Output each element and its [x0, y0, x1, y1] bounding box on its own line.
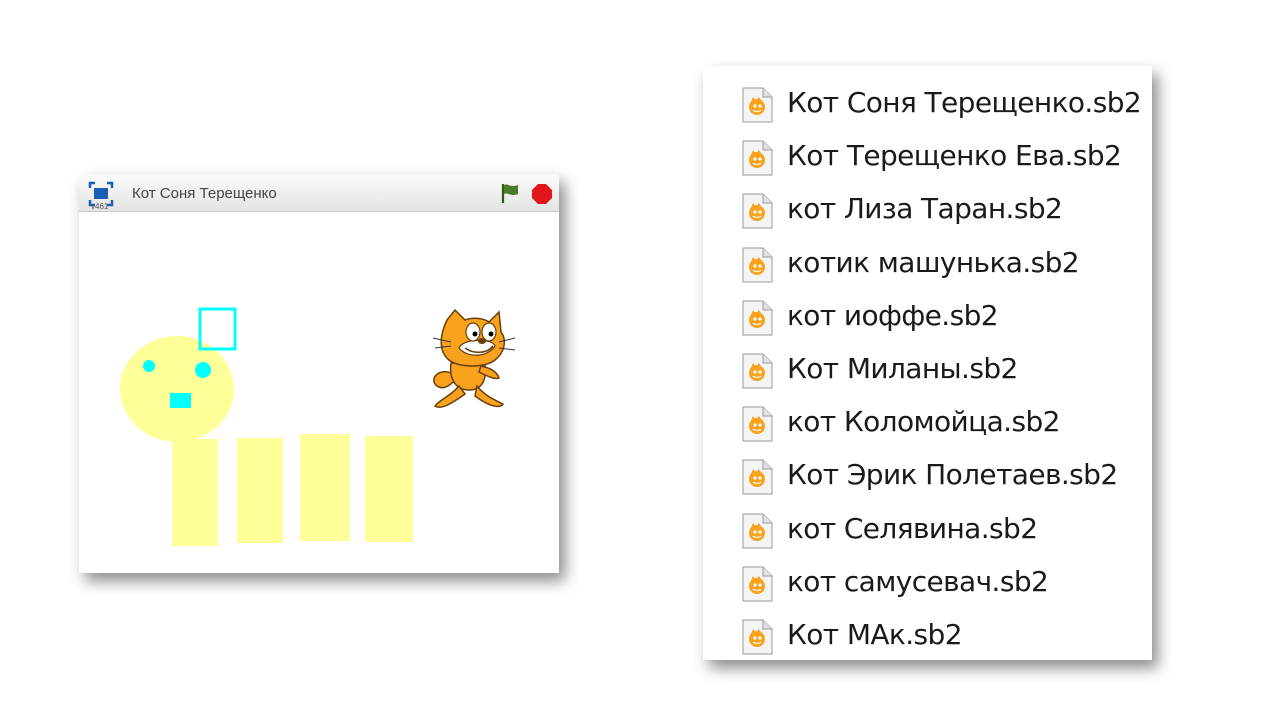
file-item[interactable]: кот Лиза Таран.sb2 — [703, 181, 1152, 234]
scratch-file-icon — [742, 300, 773, 336]
file-name: кот самусевач.sb2 — [787, 564, 1049, 598]
file-name: Кот Терещенко Ева.sb2 — [787, 139, 1122, 173]
drawn-bar — [172, 439, 218, 546]
file-item[interactable]: Кот Терещенко Ева.sb2 — [703, 128, 1152, 181]
player-titlebar: v461 Кот Соня Терещенко — [79, 174, 559, 212]
stage[interactable] — [79, 212, 559, 573]
file-name: кот иоффе.sb2 — [787, 298, 999, 332]
file-name: Кот Соня Терещенко.sb2 — [787, 86, 1142, 119]
file-item[interactable]: Кот Соня Терещенко.sb2 — [703, 75, 1152, 128]
scratch-file-icon — [742, 513, 773, 548]
file-name: кот Лиза Таран.sb2 — [787, 192, 1063, 226]
file-name: кот Коломойца.sb2 — [787, 405, 1060, 439]
drawn-eye-right — [195, 362, 211, 378]
file-name: Кот МАк.sb2 — [787, 617, 963, 651]
file-item[interactable]: кот самусевач.sb2 — [703, 554, 1152, 607]
drawn-nose — [170, 393, 191, 408]
file-name: кот Селявина.sb2 — [787, 511, 1038, 545]
scratch-cat-sprite[interactable] — [432, 308, 516, 408]
scratch-file-icon — [742, 406, 773, 442]
scratch-file-icon — [742, 193, 773, 229]
file-item[interactable]: Кот Эрик Полетаев.sb2 — [703, 447, 1152, 500]
scratch-file-icon — [742, 140, 773, 176]
drawn-bar — [237, 438, 283, 543]
stage-drawing — [120, 307, 516, 546]
stop-icon[interactable] — [531, 183, 553, 205]
drawn-bar — [365, 436, 413, 542]
green-flag-icon[interactable] — [499, 182, 521, 204]
scratch-file-icon — [742, 619, 773, 655]
file-list: Кот Соня Терещенко.sb2 Кот Терещенко Ева… — [703, 75, 1152, 660]
drawn-eye-left — [143, 360, 155, 372]
file-item[interactable]: Кот МАк.sb2 — [703, 607, 1152, 660]
file-item[interactable]: котик машунька.sb2 — [703, 235, 1152, 288]
file-item[interactable]: кот Коломойца.sb2 — [703, 394, 1152, 447]
drawn-bar — [300, 434, 350, 541]
scratch-file-icon — [742, 459, 773, 495]
scratch-file-icon — [742, 87, 773, 123]
file-name: Кот Миланы.sb2 — [787, 351, 1018, 385]
file-name: котик машунька.sb2 — [787, 245, 1080, 279]
version-label: v461 — [91, 202, 109, 211]
scratch-player-window: v461 Кот Соня Терещенко — [79, 174, 559, 573]
drawn-head — [120, 336, 234, 442]
file-item[interactable]: Кот Миланы.sb2 — [703, 341, 1152, 394]
file-name: Кот Эрик Полетаев.sb2 — [787, 458, 1118, 492]
project-title: Кот Соня Терещенко — [132, 185, 277, 202]
file-item[interactable]: кот Селявина.sb2 — [703, 501, 1152, 554]
file-list-panel: Кот Соня Терещенко.sb2 Кот Терещенко Ева… — [703, 66, 1152, 660]
file-item[interactable]: кот иоффе.sb2 — [703, 288, 1152, 341]
scratch-file-icon — [742, 566, 773, 602]
scratch-file-icon — [742, 247, 773, 283]
scratch-file-icon — [742, 353, 773, 389]
